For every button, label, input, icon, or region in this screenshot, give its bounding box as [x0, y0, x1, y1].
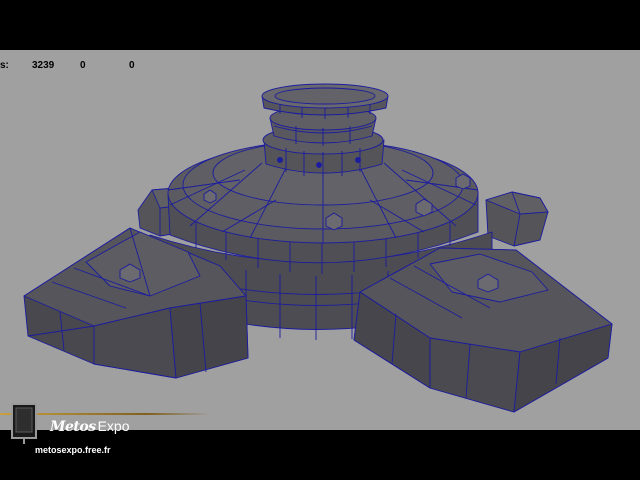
logo-expo: Expo — [97, 418, 130, 434]
monitor-logo-icon — [11, 403, 37, 444]
logo-brand: Metos — [50, 419, 96, 435]
wireframe-model[interactable] — [0, 50, 640, 430]
logo-wordmark[interactable]: Metos Expo — [50, 418, 130, 435]
back-right-pod — [485, 191, 549, 247]
logo-url[interactable]: metosexpo.free.fr — [35, 445, 111, 455]
letterbox-top — [0, 0, 640, 50]
letterbox-bottom — [0, 430, 640, 480]
front-left-pod — [23, 227, 249, 379]
3d-viewport[interactable]: s: 3239 0 0 — [0, 50, 640, 430]
